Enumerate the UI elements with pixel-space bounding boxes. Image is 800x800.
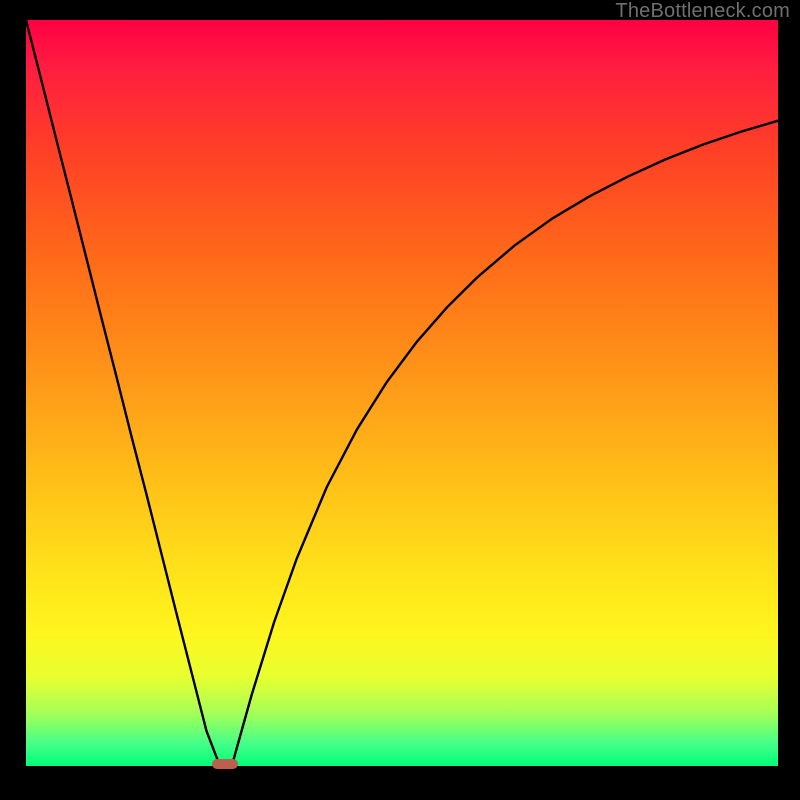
right-branch-curve — [233, 121, 778, 763]
min-marker — [212, 759, 238, 769]
figure-wrap: TheBottleneck.com — [0, 0, 800, 800]
curve-layer — [26, 20, 778, 766]
plot-area — [26, 20, 778, 766]
left-branch-curve — [26, 20, 219, 762]
